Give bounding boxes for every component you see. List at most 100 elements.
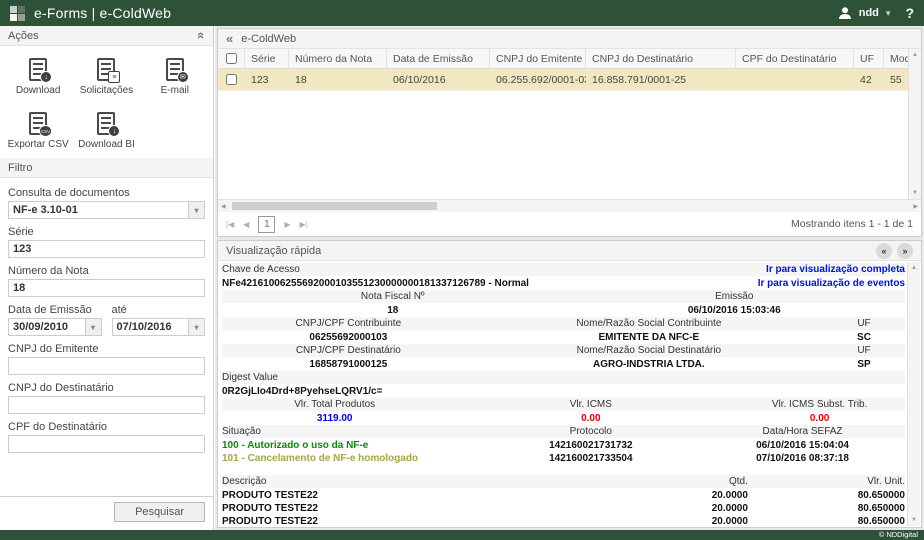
- action-solicitacoes[interactable]: ≡ Solicitações: [72, 58, 140, 102]
- quickview-vertical-scrollbar[interactable]: ▲ ▼: [907, 262, 920, 526]
- pager-page-1[interactable]: 1: [258, 216, 275, 233]
- nota-fiscal-value: 18: [222, 304, 564, 317]
- situacao-status-100: 100 - Autorizado o uso da NF-e: [222, 439, 482, 452]
- scroll-down-icon[interactable]: ▼: [911, 517, 917, 523]
- digest-value: 0R2GjLIo4Drd+8PyehseLQRV1/c=: [222, 385, 382, 398]
- quickview-next-button[interactable]: »: [897, 243, 913, 259]
- row-checkbox[interactable]: [226, 74, 237, 85]
- action-download-bi[interactable]: ↓ Download BI: [72, 112, 140, 156]
- filter-footer: Pesquisar: [0, 496, 213, 530]
- requests-document-icon: ≡: [97, 58, 115, 81]
- cnpj-emitente-input[interactable]: [8, 357, 205, 375]
- action-exportar-csv[interactable]: CSV Exportar CSV: [4, 112, 72, 156]
- vlr-unit-col-label: Vlr. Unit.: [748, 475, 905, 488]
- table-horizontal-scrollbar[interactable]: ◀ ▶: [218, 199, 921, 212]
- produto-desc: PRODUTO TESTE22: [222, 515, 632, 527]
- pager-next-icon[interactable]: ▶: [284, 220, 290, 229]
- nome-destinatario-label: Nome/Razão Social Destinatário: [475, 344, 823, 357]
- produto-desc: PRODUTO TESTE22: [222, 502, 632, 515]
- results-title: e-ColdWeb: [241, 33, 296, 45]
- chave-acesso-label: Chave de Acesso: [222, 263, 300, 276]
- cnpj-contribuinte-value: 06255692000103: [222, 331, 475, 344]
- user-menu[interactable]: ndd: [859, 7, 879, 19]
- quickview-prev-button[interactable]: «: [876, 243, 892, 259]
- protocolo-100: 142160021731732: [482, 439, 701, 452]
- situacao-row: 100 - Autorizado o uso da NF-e 142160021…: [222, 439, 905, 452]
- filter-title: Filtro: [8, 162, 32, 174]
- col-serie[interactable]: Série: [245, 49, 289, 68]
- scroll-up-icon[interactable]: ▲: [912, 52, 918, 58]
- cpf-destinatario-label: CPF do Destinatário: [8, 421, 205, 433]
- pager-last-icon[interactable]: ▶|: [300, 220, 308, 229]
- chevron-down-icon: ▾: [188, 202, 204, 218]
- produto-row: PRODUTO TESTE22 20.0000 80.650000: [222, 489, 905, 502]
- link-visualizacao-eventos[interactable]: Ir para visualização de eventos: [758, 277, 905, 290]
- numero-nota-input[interactable]: [8, 279, 205, 297]
- numero-label: Número da Nota: [8, 265, 205, 277]
- ate-label: até: [112, 304, 206, 316]
- hscroll-thumb[interactable]: [232, 202, 437, 210]
- collapse-up-icon[interactable]: «: [194, 32, 209, 39]
- protocolo-101: 142160021733504: [482, 452, 701, 465]
- pager-prev-icon[interactable]: ◀: [243, 220, 249, 229]
- emissao-label: Emissão: [564, 290, 906, 303]
- main-area: « e-ColdWeb Série Número da Nota Data de…: [215, 26, 924, 530]
- chave-acesso-value: NFe4216100625569200010355123000000018133…: [222, 277, 529, 290]
- vlr-total-produtos-label: Vlr. Total Produtos: [222, 398, 447, 411]
- scroll-up-icon[interactable]: ▲: [911, 265, 917, 271]
- email-document-icon: ✉: [166, 58, 184, 81]
- collapse-left-icon[interactable]: «: [226, 31, 233, 46]
- situacao-status-101: 101 - Cancelamento de NF-e homologado: [222, 452, 482, 465]
- produto-vlr: 80.650000: [748, 489, 905, 502]
- produto-qtd: 20.0000: [632, 502, 748, 515]
- data-de-picker[interactable]: 30/09/2010 ▾: [8, 318, 102, 336]
- actions-title: Ações: [8, 30, 39, 42]
- pager-first-icon[interactable]: |◀: [226, 220, 234, 229]
- pagination-bar: |◀ ◀ 1 ▶ ▶| Mostrando itens 1 - 1 de 1: [218, 212, 921, 236]
- data-sefaz-col-label: Data/Hora SEFAZ: [700, 425, 905, 438]
- digest-value-label: Digest Value: [222, 371, 278, 384]
- scroll-left-icon[interactable]: ◀: [221, 203, 226, 210]
- table-header-row: Série Número da Nota Data de Emissão CNP…: [218, 49, 908, 69]
- cell-data: 06/10/2016: [387, 69, 490, 90]
- col-cnpj-emitente[interactable]: CNPJ do Emitente: [490, 49, 586, 68]
- consulta-select[interactable]: NF-e 3.10-01 ▾: [8, 201, 205, 219]
- cnpj-destinatario-input[interactable]: [8, 396, 205, 414]
- data-ate-picker[interactable]: 07/10/2016 ▾: [112, 318, 206, 336]
- help-button[interactable]: ?: [905, 5, 914, 21]
- produto-row: PRODUTO TESTE22 20.0000 80.650000: [222, 502, 905, 515]
- pager-info: Mostrando itens 1 - 1 de 1: [791, 218, 913, 230]
- cnpj-emitente-label: CNPJ do Emitente: [8, 343, 205, 355]
- link-visualizacao-completa[interactable]: Ir para visualização completa: [766, 263, 905, 276]
- nome-contribuinte-label: Nome/Razão Social Contribuinte: [475, 317, 823, 330]
- quickview-title: Visualização rápida: [226, 245, 321, 257]
- quickview-body: Chave de Acesso Ir para visualização com…: [218, 261, 921, 527]
- col-numero[interactable]: Número da Nota: [289, 49, 387, 68]
- consulta-label: Consulta de documentos: [8, 187, 205, 199]
- select-all-checkbox[interactable]: [226, 53, 237, 64]
- col-data-emissao[interactable]: Data de Emissão: [387, 49, 490, 68]
- download-bi-document-icon: ↓: [97, 112, 115, 135]
- col-uf[interactable]: UF: [854, 49, 884, 68]
- action-download[interactable]: ↓ Download: [4, 58, 72, 102]
- col-cpf-destinatario[interactable]: CPF do Destinatário: [736, 49, 854, 68]
- emissao-value: 06/10/2016 15:03:46: [564, 304, 906, 317]
- table-row[interactable]: 123 18 06/10/2016 06.255.692/0001-03 16.…: [218, 69, 908, 91]
- action-email[interactable]: ✉ E-mail: [141, 58, 209, 102]
- scroll-down-icon[interactable]: ▼: [912, 190, 918, 196]
- scroll-right-icon[interactable]: ▶: [913, 203, 918, 210]
- protocolo-col-label: Protocolo: [482, 425, 701, 438]
- serie-input[interactable]: [8, 240, 205, 258]
- cnpj-destinatario-label: CNPJ/CPF Destinatário: [222, 344, 475, 357]
- chevron-down-icon[interactable]: ▾: [886, 8, 891, 19]
- cell-cnpj-emitente: 06.255.692/0001-03: [490, 69, 586, 90]
- col-cnpj-destinatario[interactable]: CNPJ do Destinatário: [586, 49, 736, 68]
- cpf-destinatario-input[interactable]: [8, 435, 205, 453]
- cnpj-destinatario-value: 16858791000125: [222, 358, 475, 371]
- col-modelo[interactable]: Modelo: [884, 49, 908, 68]
- cell-numero: 18: [289, 69, 387, 90]
- produto-qtd: 20.0000: [632, 515, 748, 527]
- table-vertical-scrollbar[interactable]: ▲ ▼: [908, 49, 921, 199]
- pesquisar-button[interactable]: Pesquisar: [114, 502, 205, 522]
- chevron-down-icon: ▾: [85, 319, 101, 335]
